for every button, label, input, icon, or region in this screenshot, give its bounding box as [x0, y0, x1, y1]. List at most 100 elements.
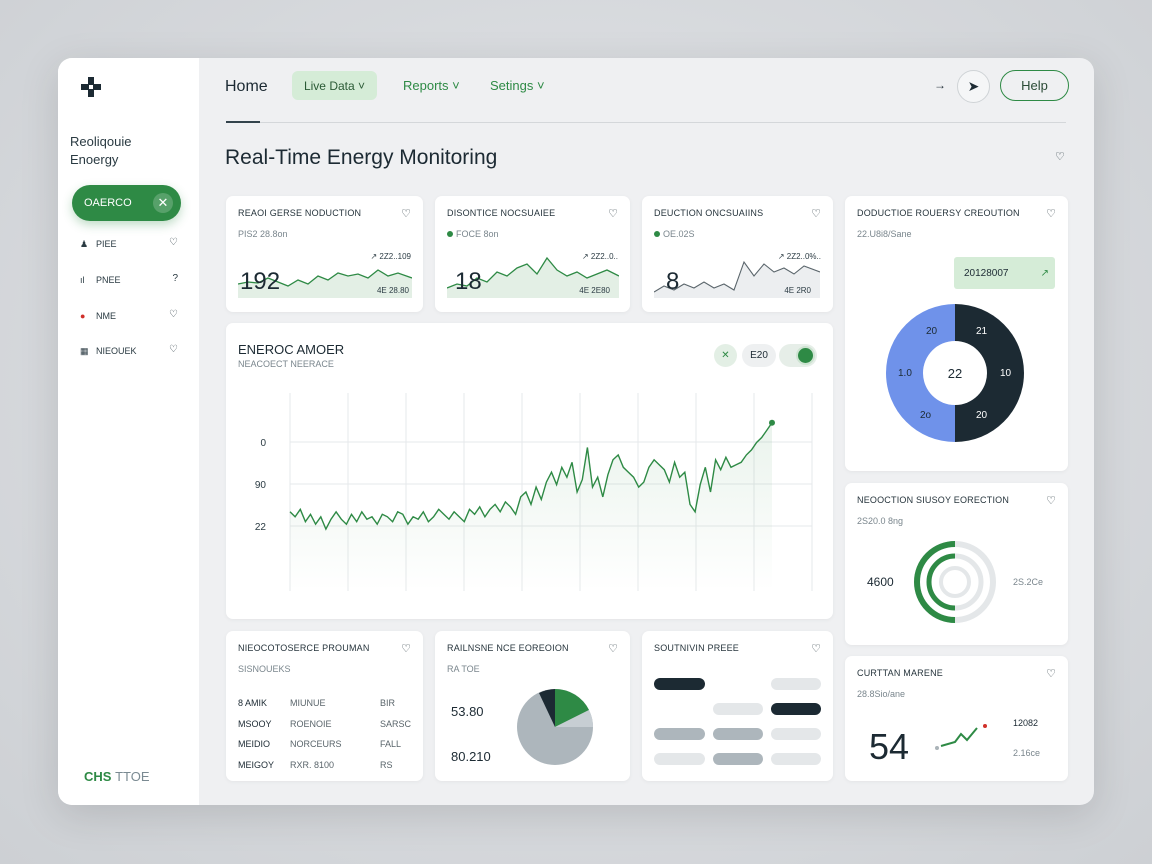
- donut-center: 22: [948, 366, 962, 381]
- table-row[interactable]: 8 AMIK MIUNUE BIR: [238, 693, 414, 714]
- active-tab-indicator: [226, 121, 260, 123]
- pill-bar: [713, 703, 763, 715]
- pie-card: RAILNSNE NCE EOREOION ♡ RA TOE 53.80 80.…: [435, 631, 630, 781]
- heart-icon[interactable]: ♡: [1046, 667, 1056, 680]
- pill-bar: [654, 753, 705, 765]
- favorite-icon[interactable]: ♡: [1055, 150, 1065, 163]
- status-dot: [654, 231, 660, 237]
- sidebar-item-1[interactable]: ♟ PIEE ♡: [80, 235, 178, 253]
- table-cell: BIR: [380, 698, 396, 709]
- close-icon[interactable]: ✕: [153, 193, 173, 213]
- main-chart-card: ENEROC AMOER NEACOECT NEERACE ✕ E20 0 90 2…: [226, 323, 833, 619]
- bars-icon: ıl: [80, 275, 85, 285]
- pill-bar: [771, 753, 821, 765]
- heart-icon[interactable]: ♡: [401, 207, 411, 220]
- grid-icon: ▦: [80, 345, 89, 356]
- kpi-value: 18: [455, 268, 482, 295]
- sidebar-item-label: NIEOUEK: [96, 346, 137, 356]
- data-table: 8 AMIK MIUNUE BIR MSOOY ROENOIE SARSC MEIDIO NO…: [238, 693, 414, 775]
- header-divider: [226, 122, 1066, 123]
- donut-badge: 20128007 ↗: [954, 257, 1055, 289]
- sidebar-item-label: PIEE: [96, 239, 117, 249]
- heart-icon[interactable]: ♡: [401, 642, 411, 655]
- tab-settings[interactable]: Setings ˅: [490, 78, 545, 93]
- pin-icon: ●: [80, 311, 86, 321]
- table-cell: MSOOY: [238, 718, 272, 729]
- help-button[interactable]: Help: [1000, 70, 1069, 101]
- table-cell: FALL: [380, 739, 402, 750]
- kpi-card-1: REAOI GERSE NODUCTION ♡ PIS2 28.8on 192 …: [226, 196, 423, 312]
- table-cell: RS: [380, 759, 393, 770]
- table-row[interactable]: MEIGOY RXR. 8100 RS: [238, 755, 414, 776]
- kpi-foot: 4E 28.80: [376, 286, 409, 295]
- cursor-button[interactable]: ➤: [957, 70, 990, 103]
- sidebar-item-active[interactable]: OAERCO ✕: [72, 185, 181, 221]
- donut-label: 21: [976, 326, 988, 337]
- series-end-point[interactable]: [769, 419, 775, 426]
- heart-icon[interactable]: ♡: [811, 642, 821, 655]
- kpi-title: REAOI GERSE NODUCTION: [238, 208, 362, 218]
- table-row[interactable]: MSOOY ROENOIE SARSC: [238, 714, 414, 735]
- pill-bar: [713, 728, 763, 740]
- table-cell: SARSC: [380, 718, 412, 729]
- y-tick-label: 90: [255, 480, 267, 491]
- pill-bar: [654, 678, 705, 690]
- kpi-foot: 4E 2R0: [784, 286, 811, 295]
- sidebar-footer: CHS TTOE: [84, 769, 150, 784]
- bars-title: SOUTNIVIN PREEE: [654, 643, 740, 653]
- sidebar: Reoliqouie Enoergy OAERCO ✕ ♟ PIEE ♡ ıl …: [58, 58, 199, 805]
- pill-bar: [713, 753, 763, 765]
- arrow-icon[interactable]: →: [934, 78, 946, 92]
- heart-icon[interactable]: ♡: [169, 344, 178, 355]
- donut-badge-value: 20128007: [964, 267, 1009, 279]
- sidebar-item-label: PNEE: [96, 275, 121, 285]
- kpi-delta: ↗ 2Z2..109: [370, 252, 411, 261]
- kpi-sub-row: OE.02S: [654, 229, 695, 239]
- donut-label: 10: [1000, 368, 1012, 379]
- small-card-sub: 28.8Sio/ane: [857, 689, 906, 699]
- series-area: [290, 422, 772, 591]
- donut-label: 1.0: [898, 368, 912, 379]
- tab-reports[interactable]: Reports ˅: [403, 78, 460, 93]
- pie-value-1: 53.80: [451, 704, 484, 719]
- table-title: NIEOCOTOSERCE PROUMAN: [238, 643, 370, 653]
- small-card-value: 54: [869, 726, 910, 767]
- heart-icon[interactable]: ♡: [608, 642, 618, 655]
- trend-up-icon: ↗: [1040, 267, 1049, 279]
- heart-icon[interactable]: ♡: [608, 207, 618, 220]
- table-row[interactable]: MEIDIO NORCEURS FALL: [238, 734, 414, 755]
- brand-name: Reoliqouie Enoergy: [70, 133, 131, 169]
- kpi-foot: 4E 2E80: [579, 286, 610, 295]
- donut-label: 2o: [920, 410, 932, 421]
- person-icon: ♟: [80, 238, 89, 249]
- heart-icon[interactable]: ♡: [169, 237, 178, 248]
- kpi-title: DEUCTION ONCSUAIINS: [654, 208, 764, 218]
- heart-icon[interactable]: ♡: [1046, 207, 1056, 220]
- donut-label: 20: [926, 326, 938, 337]
- table-cell: NORCEURS: [290, 739, 342, 750]
- table-card: NIEOCOTOSERCE PROUMAN ♡ SISNOUEKS 8 AMIK…: [226, 631, 423, 781]
- kpi-sub: PIS2 28.8on: [238, 229, 288, 239]
- donut-card: DODUCTIOE ROUERSY CREOUTION ♡ 22.U8i8/Sa…: [845, 196, 1068, 471]
- kpi-card-2: DISONTICE NOCSUAIEE ♡ FOCE 8on 18 ↗ 2Z2.…: [435, 196, 630, 312]
- tab-live-data[interactable]: Live Data ˅: [292, 71, 377, 100]
- donut-sub: 22.U8i8/Sane: [857, 229, 912, 239]
- tab-home[interactable]: Home: [225, 78, 268, 96]
- ring-right-value: 2S.2Ce: [1013, 577, 1044, 587]
- heart-icon[interactable]: ♡: [1046, 494, 1056, 507]
- sidebar-item-2[interactable]: ıl PNEE ?: [80, 271, 178, 289]
- pill-bar: [654, 728, 705, 740]
- table-cell: MEIDIO: [238, 739, 271, 750]
- chevron-icon[interactable]: ?: [172, 273, 178, 284]
- status-dot: [447, 231, 453, 237]
- heart-icon[interactable]: ♡: [169, 309, 178, 320]
- pill-bar: [771, 678, 821, 690]
- kpi-sub: FOCE 8on: [456, 229, 499, 239]
- table-cell: MEIGOY: [238, 759, 275, 770]
- table-cell: RXR. 8100: [290, 759, 335, 770]
- donut-title: DODUCTIOE ROUERSY CREOUTION: [857, 208, 1020, 218]
- sidebar-item-4[interactable]: ▦ NIEOUEK ♡: [80, 342, 178, 360]
- table-cell: MIUNUE: [290, 698, 326, 709]
- sidebar-item-3[interactable]: ● NME ♡: [80, 307, 178, 325]
- heart-icon[interactable]: ♡: [811, 207, 821, 220]
